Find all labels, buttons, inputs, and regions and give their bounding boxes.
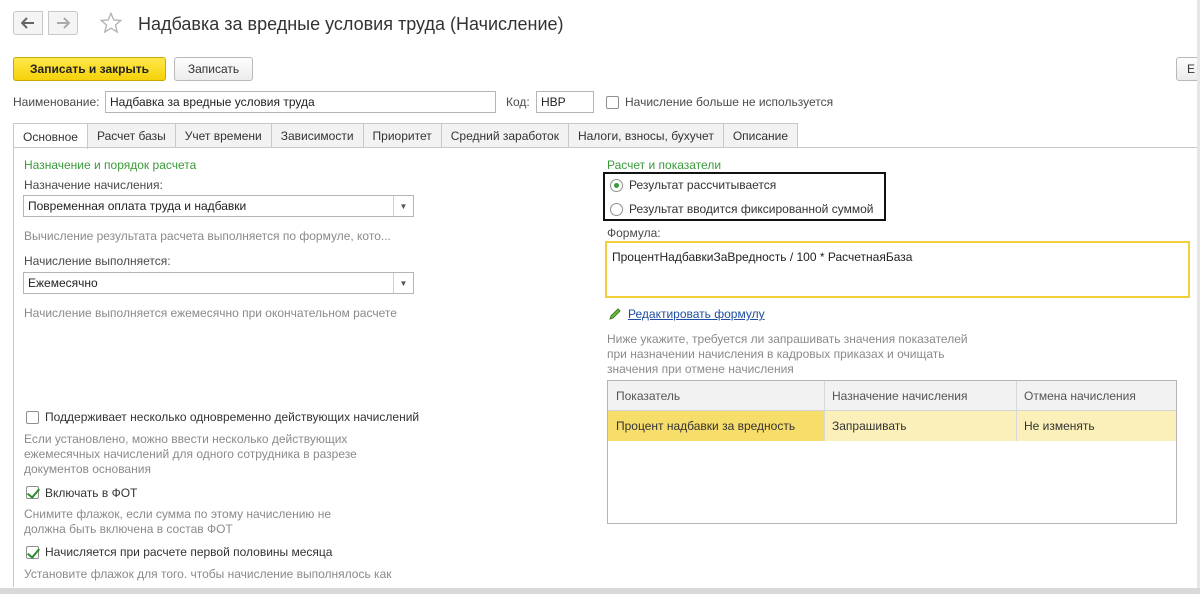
first-half-label: Начисляется при расчете первой половины … [45, 545, 333, 559]
tab-taxes[interactable]: Налоги, взносы, бухучет [567, 123, 724, 148]
window-bottom-edge [0, 588, 1200, 594]
calculation-section-title: Расчет и показатели [607, 158, 722, 172]
purpose-select[interactable]: Повременная оплата труда и надбавки ▼ [23, 195, 414, 217]
frequency-hint: Начисление выполняется ежемесячно при ок… [24, 306, 397, 320]
frequency-select-value: Ежемесячно [28, 276, 98, 290]
cell-cancellation[interactable]: Не изменять [1016, 411, 1176, 441]
back-button[interactable] [13, 11, 43, 35]
arrow-right-icon [57, 17, 70, 29]
star-icon [99, 11, 123, 34]
indicators-table: Показатель Назначение начисления Отмена … [607, 380, 1177, 524]
tab-divider [13, 147, 1200, 148]
formula-label: Формула: [607, 226, 661, 240]
pencil-icon [608, 307, 622, 324]
column-divider [824, 381, 825, 441]
tab-description[interactable]: Описание [722, 123, 799, 148]
radio-result-calculated[interactable] [610, 179, 623, 192]
name-input[interactable]: Надбавка за вредные условия труда [105, 91, 496, 113]
cell-assignment[interactable]: Запрашивать [824, 411, 1016, 441]
purpose-section-title: Назначение и порядок расчета [24, 158, 197, 172]
indicators-hint: Ниже укажите, требуется ли запрашивать з… [607, 332, 968, 376]
forward-button[interactable] [48, 11, 78, 35]
tab-base-calculation[interactable]: Расчет базы [86, 123, 176, 148]
purpose-hint: Вычисление результата расчета выполняетс… [24, 229, 391, 243]
code-label: Код: [506, 95, 530, 109]
include-fot-label: Включать в ФОТ [45, 486, 138, 500]
window-title: Надбавка за вредные условия труда (Начис… [138, 14, 564, 34]
formula-input[interactable]: ПроцентНадбавкиЗаВредность / 100 * Расче… [605, 241, 1190, 298]
table-row[interactable]: Процент надбавки за вредность Запрашиват… [608, 411, 1176, 441]
column-indicator[interactable]: Показатель [608, 381, 824, 411]
tab-average-earnings[interactable]: Средний заработок [440, 123, 569, 148]
column-divider [1016, 381, 1017, 441]
tab-priority[interactable]: Приоритет [362, 123, 442, 148]
cell-indicator[interactable]: Процент надбавки за вредность [608, 411, 824, 441]
radio-result-calculated-label: Результат рассчитывается [629, 178, 777, 192]
tab-bar: Основное Расчет базы Учет времени Зависи… [13, 123, 799, 149]
first-half-checkbox[interactable] [26, 546, 39, 559]
frequency-label: Начисление выполняется: [24, 254, 171, 268]
tab-main[interactable]: Основное [13, 123, 88, 149]
radio-result-fixed[interactable] [610, 203, 623, 216]
tab-dependencies[interactable]: Зависимости [270, 123, 364, 148]
save-button[interactable]: Записать [174, 57, 253, 81]
purpose-label: Назначение начисления: [24, 178, 163, 192]
first-half-hint: Установите флажок для того. чтобы начисл… [24, 567, 392, 581]
favorite-button[interactable] [99, 11, 123, 37]
chevron-down-icon[interactable]: ▼ [393, 196, 413, 216]
multi-accruals-hint: Если установлено, можно ввести несколько… [24, 432, 357, 476]
multi-accruals-label: Поддерживает несколько одновременно дейс… [45, 410, 420, 424]
frequency-select[interactable]: Ежемесячно ▼ [23, 272, 414, 294]
include-fot-hint: Снимите флажок, если сумма по этому начи… [24, 507, 332, 536]
save-and-close-button[interactable]: Записать и закрыть [13, 57, 166, 81]
panel-border [13, 147, 14, 587]
table-header: Показатель Назначение начисления Отмена … [608, 381, 1176, 411]
column-assignment[interactable]: Назначение начисления [824, 381, 1016, 411]
purpose-select-value: Повременная оплата труда и надбавки [28, 199, 247, 213]
tab-time-accounting[interactable]: Учет времени [174, 123, 272, 148]
edit-formula-link[interactable]: Редактировать формулу [628, 307, 765, 321]
name-label: Наименование: [13, 95, 100, 109]
radio-result-fixed-label: Результат вводится фиксированной суммой [629, 202, 874, 216]
code-input[interactable]: НВР [536, 91, 594, 113]
include-fot-checkbox[interactable] [26, 486, 39, 499]
arrow-left-icon [21, 17, 34, 29]
column-cancellation[interactable]: Отмена начисления [1016, 381, 1176, 411]
chevron-down-icon[interactable]: ▼ [393, 273, 413, 293]
multi-accruals-checkbox[interactable] [26, 411, 39, 424]
not-used-checkbox[interactable] [606, 96, 619, 109]
not-used-label: Начисление больше не используется [625, 95, 834, 109]
